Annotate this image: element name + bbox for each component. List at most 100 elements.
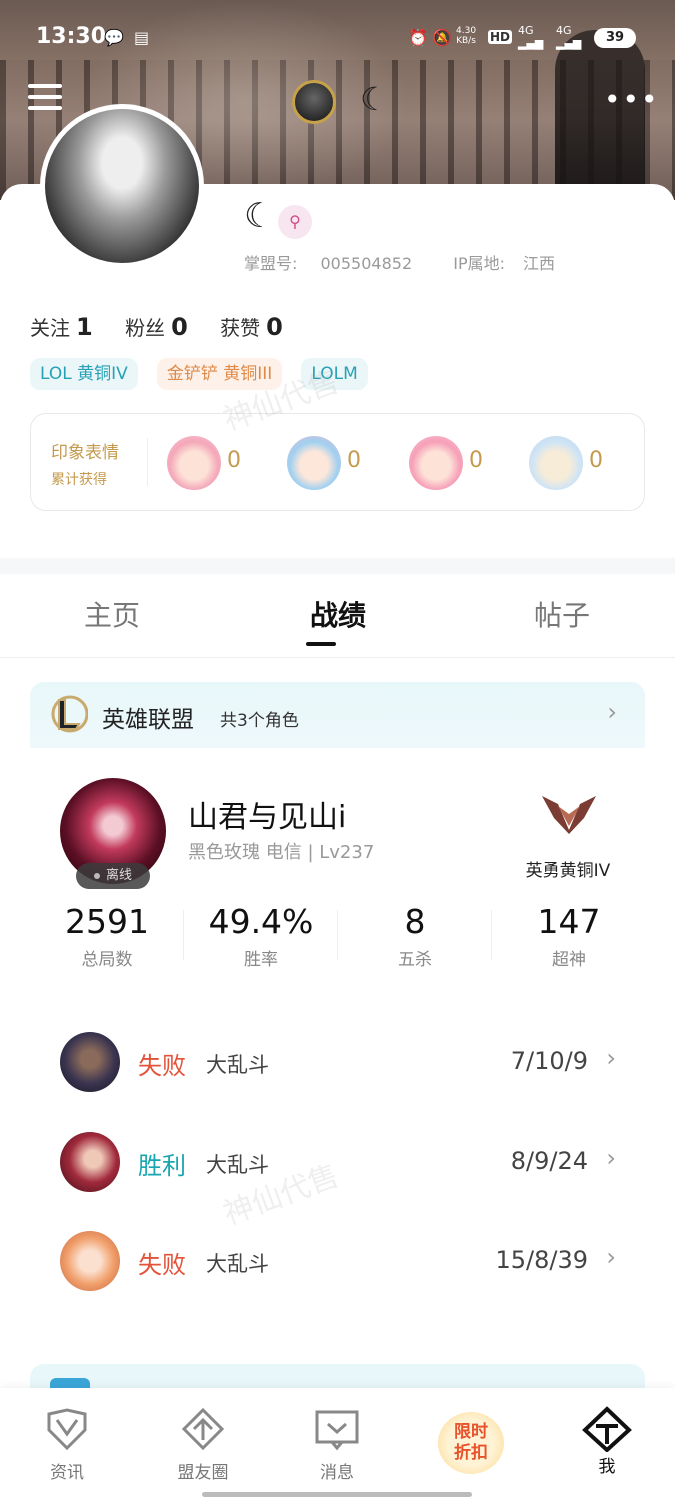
- signal-1-icon: 4G ▂▄▆: [518, 24, 544, 50]
- impression-label: 印象表情 累计获得: [51, 438, 119, 489]
- match-kda: 15/8/39: [495, 1246, 588, 1274]
- match-row[interactable]: 失败 大乱斗 7/10/9 ›: [60, 1032, 620, 1092]
- nav-friends[interactable]: 盟友圈: [158, 1406, 248, 1483]
- tab-records[interactable]: 战绩: [258, 594, 418, 634]
- stat-total-games: 2591 总局数: [30, 902, 184, 970]
- champion-portrait: [60, 1132, 120, 1192]
- impression-subtitle: 累计获得: [51, 472, 107, 488]
- friends-circle-icon: [181, 1407, 225, 1451]
- menu-icon[interactable]: [28, 84, 62, 116]
- ip-value: 江西: [522, 254, 555, 273]
- emote-cry-icon: [409, 436, 463, 490]
- profile-nickname: ☾: [244, 196, 275, 236]
- stat-win-rate: 49.4% 胜率: [184, 902, 338, 970]
- nav-news[interactable]: 资讯: [22, 1406, 112, 1483]
- tab-posts[interactable]: 帖子: [482, 594, 642, 634]
- following-stat[interactable]: 关注 1: [30, 312, 93, 341]
- game-section-header[interactable]: 英雄联盟 共3个角色 ›: [30, 682, 645, 748]
- champion-portrait: [60, 1231, 120, 1291]
- stat-label: 五杀: [398, 950, 432, 970]
- fans-stat[interactable]: 粉丝 0: [125, 312, 188, 341]
- following-count: 1: [76, 313, 93, 341]
- stat-value: 2591: [65, 902, 149, 941]
- role-count: 共3个角色: [220, 711, 299, 731]
- stat-label: 超神: [552, 950, 586, 970]
- bronze-rank-emblem-icon: [542, 796, 596, 834]
- header-nickname-glyph: ☾: [360, 80, 389, 118]
- hd-icon: HD: [488, 30, 513, 44]
- match-result: 失败: [138, 1251, 186, 1279]
- stat-label: 胜率: [244, 950, 278, 970]
- match-result: 胜利: [138, 1152, 186, 1180]
- stat-value: 147: [537, 902, 601, 941]
- active-tab-indicator: [306, 642, 336, 646]
- stat-pentakills: 8 五杀: [338, 902, 492, 970]
- nav-friends-label: 盟友圈: [177, 1463, 229, 1483]
- id-value: 005504852: [320, 254, 413, 273]
- emote-count: 0: [347, 448, 361, 473]
- lol-logo-icon: [51, 695, 88, 733]
- stat-label: 总局数: [81, 950, 133, 970]
- chevron-right-icon: ›: [606, 1144, 616, 1172]
- emote-count: 0: [589, 448, 603, 473]
- match-row[interactable]: 失败 大乱斗 15/8/39 ›: [60, 1231, 620, 1291]
- news-icon: [47, 1408, 87, 1451]
- profile-tabs: 主页 战绩 帖子: [0, 580, 675, 658]
- me-icon: [582, 1406, 632, 1452]
- nav-messages[interactable]: 消息: [292, 1406, 382, 1483]
- game-title: 英雄联盟: [102, 707, 194, 733]
- more-options-icon[interactable]: •••: [604, 86, 660, 114]
- nav-me[interactable]: 我: [562, 1406, 652, 1477]
- chevron-right-icon: ›: [606, 1044, 616, 1072]
- search-icon[interactable]: ⚲: [278, 205, 312, 239]
- match-mode: 大乱斗: [206, 1252, 269, 1276]
- emote-count: 0: [227, 448, 241, 473]
- bottom-nav: 资讯 盟友圈 消息 我: [0, 1388, 675, 1500]
- promo-discount-button[interactable]: 限时 折扣: [438, 1412, 504, 1474]
- impression-emotes[interactable]: 印象表情 累计获得 0 0 0 0: [30, 413, 645, 511]
- signal-2-icon: 4G ▂▄▆: [556, 24, 582, 50]
- net1-label: 4G: [518, 24, 534, 37]
- home-indicator[interactable]: [202, 1492, 472, 1497]
- fans-count: 0: [171, 313, 188, 341]
- summoner-name: 山君与见山i: [188, 800, 347, 835]
- fans-label: 粉丝: [125, 316, 166, 340]
- section-divider: [0, 558, 675, 574]
- online-status-badge: 离线: [76, 863, 150, 889]
- match-mode: 大乱斗: [206, 1053, 269, 1077]
- emote-item: 0: [409, 436, 499, 492]
- impression-title: 印象表情: [51, 443, 119, 463]
- id-field: 掌盟号: 005504852: [244, 254, 430, 273]
- nav-news-label: 资讯: [50, 1463, 84, 1483]
- promo-line1: 限时: [454, 1422, 488, 1442]
- status-label: 离线: [105, 868, 132, 883]
- alarm-icon: ⏰: [408, 28, 428, 47]
- profile-ids: 掌盟号: 005504852 IP属地: 江西: [244, 250, 591, 274]
- message-bubble-icon: 💬: [104, 28, 124, 47]
- match-result: 失败: [138, 1052, 186, 1080]
- profile-stats: 关注 1 粉丝 0 获赞 0: [30, 312, 309, 341]
- ip-field: IP属地: 江西: [453, 254, 573, 273]
- match-kda: 8/9/24: [510, 1147, 588, 1175]
- emote-item: 0: [287, 436, 377, 492]
- profile-avatar[interactable]: [40, 104, 204, 268]
- summary-stats: 2591 总局数 49.4% 胜率 8 五杀 147 超神: [30, 902, 645, 982]
- net2-label: 4G: [556, 24, 572, 37]
- emote-item: 0: [529, 436, 619, 492]
- battery-indicator: 39: [594, 28, 636, 48]
- tab-home[interactable]: 主页: [32, 594, 192, 634]
- tag-lol-rank[interactable]: LOL 黄铜IV: [30, 358, 138, 390]
- network-speed: 4.30 KB/s: [456, 26, 476, 46]
- nav-me-label: 我: [598, 1457, 616, 1477]
- impression-divider: [147, 438, 148, 486]
- following-label: 关注: [30, 316, 70, 340]
- emote-item: 0: [167, 436, 257, 492]
- likes-stat[interactable]: 获赞 0: [220, 312, 283, 341]
- nav-messages-label: 消息: [320, 1463, 354, 1483]
- chevron-right-icon: ›: [607, 698, 617, 726]
- status-time: 13:30: [36, 24, 107, 49]
- emote-wink-icon: [167, 436, 221, 490]
- stat-value: 49.4%: [208, 902, 314, 941]
- emote-count: 0: [469, 448, 483, 473]
- emote-wave-icon: [287, 436, 341, 490]
